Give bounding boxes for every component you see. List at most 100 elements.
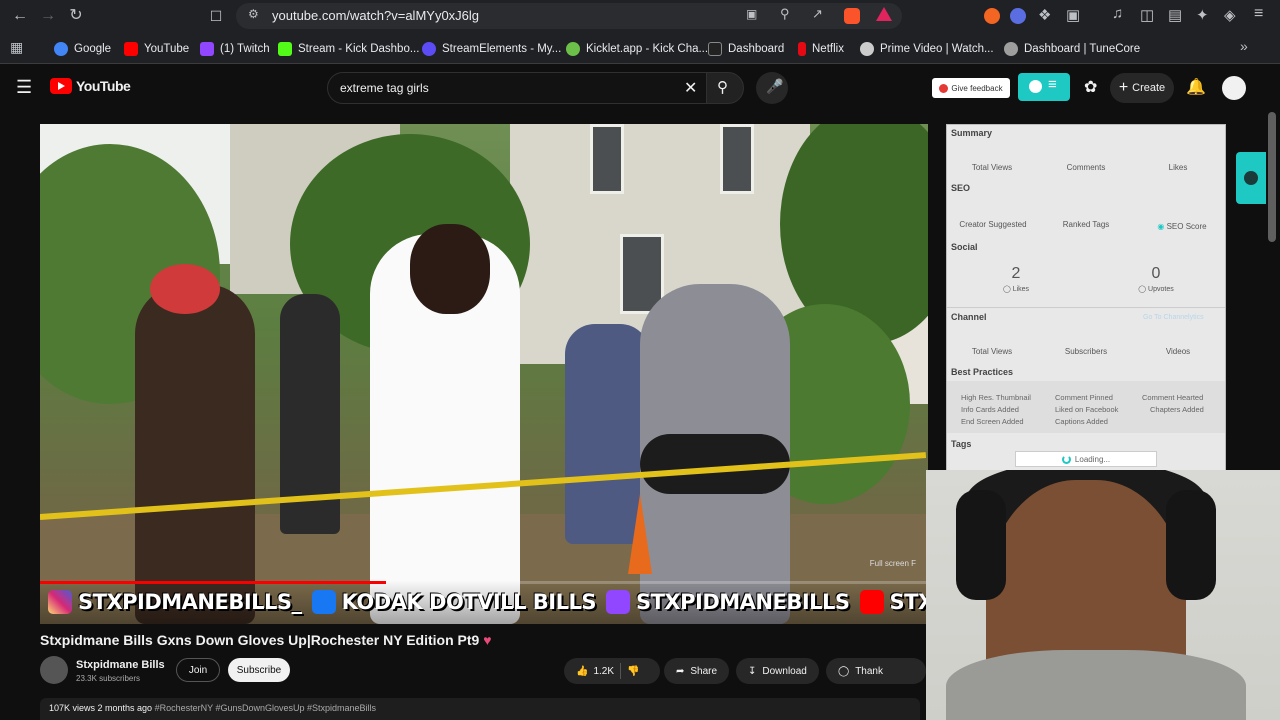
youtube-favicon-icon: [124, 42, 138, 56]
search-input[interactable]: extreme tag girls ✕: [327, 72, 707, 104]
extension-orange-icon[interactable]: [984, 8, 1000, 24]
person-background: [565, 324, 650, 544]
seo-title: SEO: [951, 183, 971, 193]
youtube-icon: [859, 590, 884, 614]
clear-search-icon[interactable]: ✕: [684, 78, 697, 98]
tool-menu-icon: ≡: [1048, 76, 1057, 93]
extension-sparkle-icon[interactable]: ✿: [1084, 77, 1097, 97]
share-button[interactable]: ➦ Share: [664, 658, 730, 684]
like-dislike-group: 👍 1.2K 👎: [564, 658, 660, 684]
bookmark-dashboard[interactable]: Dashboard: [708, 40, 784, 58]
like-button[interactable]: 👍 1.2K: [576, 666, 614, 677]
bookmark-google[interactable]: Google: [54, 40, 111, 58]
wallet-icon[interactable]: ▤: [1168, 6, 1182, 24]
video-player[interactable]: Full screen F STXPIDMANEBILLS_ KODAK DOT…: [40, 124, 928, 624]
twitch-favicon-icon: [200, 42, 214, 56]
subscriber-count: 23.3K subscribers: [76, 674, 141, 683]
analytics-panel: Summary Total Views Comments Likes SEO C…: [946, 124, 1226, 502]
back-arrow-icon[interactable]: ←: [10, 6, 30, 26]
site-settings-icon[interactable]: ⚙: [248, 7, 259, 21]
apps-grid-icon[interactable]: ▦: [10, 39, 23, 56]
kick-favicon-icon: [278, 42, 292, 56]
description-preview[interactable]: 107K views 2 months ago #RochesterNY #Gu…: [40, 698, 920, 720]
subscribe-button[interactable]: Subscribe: [228, 658, 290, 682]
streamelements-favicon-icon: [422, 42, 436, 56]
forward-arrow-icon[interactable]: →: [38, 6, 58, 26]
search-button[interactable]: ⚲: [706, 72, 744, 104]
kicklet-favicon-icon: [566, 42, 580, 56]
dislike-button[interactable]: 👎: [627, 666, 639, 677]
extensions-puzzle-icon[interactable]: ❖: [1038, 6, 1051, 24]
vpn-icon[interactable]: ◈: [1224, 6, 1236, 24]
divider: [947, 307, 1225, 308]
bookmark-icon[interactable]: ☐: [206, 6, 226, 26]
social-title: Social: [951, 242, 978, 252]
headphone-left: [956, 490, 1006, 600]
menu-icon[interactable]: ≡: [1254, 5, 1263, 23]
bookmark-tunecore[interactable]: Dashboard | TuneCore: [1004, 40, 1140, 58]
share-page-icon[interactable]: ↗: [812, 6, 823, 22]
share-icon: ➦: [676, 665, 685, 677]
channelytics-link[interactable]: Go To Channelytics: [1143, 314, 1204, 321]
thanks-icon: ◯: [838, 665, 850, 677]
download-button[interactable]: ↧ Download: [736, 658, 819, 684]
hamburger-menu-icon[interactable]: ☰: [16, 77, 32, 98]
bookmark-kicklet[interactable]: Kicklet.app - Kick Cha...: [566, 40, 708, 58]
person-left: [135, 284, 255, 624]
panel-toggle-tab[interactable]: [1236, 152, 1266, 204]
sidebar-icon[interactable]: ◫: [1140, 6, 1154, 24]
youtube-play-icon: [50, 78, 72, 94]
social-likes-value: 2: [1011, 265, 1021, 282]
summary-title: Summary: [951, 128, 993, 138]
channel-avatar[interactable]: [40, 656, 68, 684]
bookmark-kick-dashboard[interactable]: Stream - Kick Dashbo...: [278, 40, 419, 58]
google-favicon-icon: [54, 42, 68, 56]
streamer-shirt: [946, 650, 1246, 720]
bookmark-streamelements[interactable]: StreamElements - My...: [422, 40, 561, 58]
brave-shield-icon[interactable]: [844, 8, 860, 24]
thanks-button[interactable]: ◯ Thank: [826, 658, 926, 684]
netflix-favicon-icon: [798, 42, 806, 56]
leo-ai-icon[interactable]: ✦: [1196, 6, 1209, 24]
social-likes-label: ◯ Likes: [1002, 286, 1030, 293]
instagram-handle: STXPIDMANEBILLS_: [48, 590, 302, 614]
zoom-icon[interactable]: ⚲: [780, 6, 790, 22]
address-bar[interactable]: ⚙ youtube.com/watch?v=alMYy0xJ6lg ▣ ⚲ ↗: [236, 3, 902, 29]
headphone-right: [1166, 490, 1216, 600]
bookmark-youtube[interactable]: YouTube: [124, 40, 189, 58]
screenshot-icon[interactable]: ▣: [1066, 6, 1080, 24]
brave-rewards-icon[interactable]: [876, 7, 892, 21]
youtube-logo[interactable]: YouTube: [50, 78, 131, 94]
channel-name[interactable]: Stxpidmane Bills: [76, 659, 165, 671]
cast-icon[interactable]: ▣: [746, 7, 757, 21]
voice-search-button[interactable]: 🎤: [756, 72, 788, 104]
instagram-icon: [48, 590, 72, 614]
best-practices-title: Best Practices: [951, 367, 1014, 377]
divider: [620, 663, 622, 679]
globe-favicon-icon: [1004, 42, 1018, 56]
join-button[interactable]: Join: [176, 658, 220, 682]
channel-tools-button[interactable]: ≡: [1018, 73, 1070, 101]
feedback-icon: [939, 83, 949, 93]
bookmark-netflix[interactable]: Netflix: [798, 40, 844, 58]
bookmark-prime-video[interactable]: Prime Video | Watch...: [860, 40, 994, 58]
create-button[interactable]: + Create: [1110, 73, 1174, 103]
heart-emoji-icon: ♥: [483, 632, 492, 648]
seo-score: ◉ SEO Score: [1157, 222, 1207, 231]
thumbs-down-icon: 👎: [627, 665, 640, 677]
reload-icon[interactable]: ↻: [66, 6, 86, 26]
plus-icon: +: [1118, 79, 1129, 96]
bookmark-twitch[interactable]: (1) Twitch: [200, 40, 270, 58]
dashboard-favicon-icon: [708, 42, 722, 56]
webcam-overlay: [926, 470, 1280, 720]
bookmarks-bar: ▦ Google YouTube (1) Twitch Stream - Kic…: [0, 32, 1280, 64]
notifications-bell-icon[interactable]: 🔔: [1186, 77, 1206, 97]
spinner-icon: [1061, 454, 1071, 464]
more-bookmarks-icon[interactable]: »: [1240, 38, 1248, 54]
page-scrollbar[interactable]: [1268, 112, 1276, 242]
account-avatar[interactable]: [1222, 76, 1246, 100]
extension-blue-icon[interactable]: [1010, 8, 1026, 24]
media-controls-icon[interactable]: ♫: [1112, 5, 1123, 22]
tool-logo-icon: [1029, 80, 1042, 93]
give-feedback-button[interactable]: Give feedback: [932, 78, 1010, 98]
